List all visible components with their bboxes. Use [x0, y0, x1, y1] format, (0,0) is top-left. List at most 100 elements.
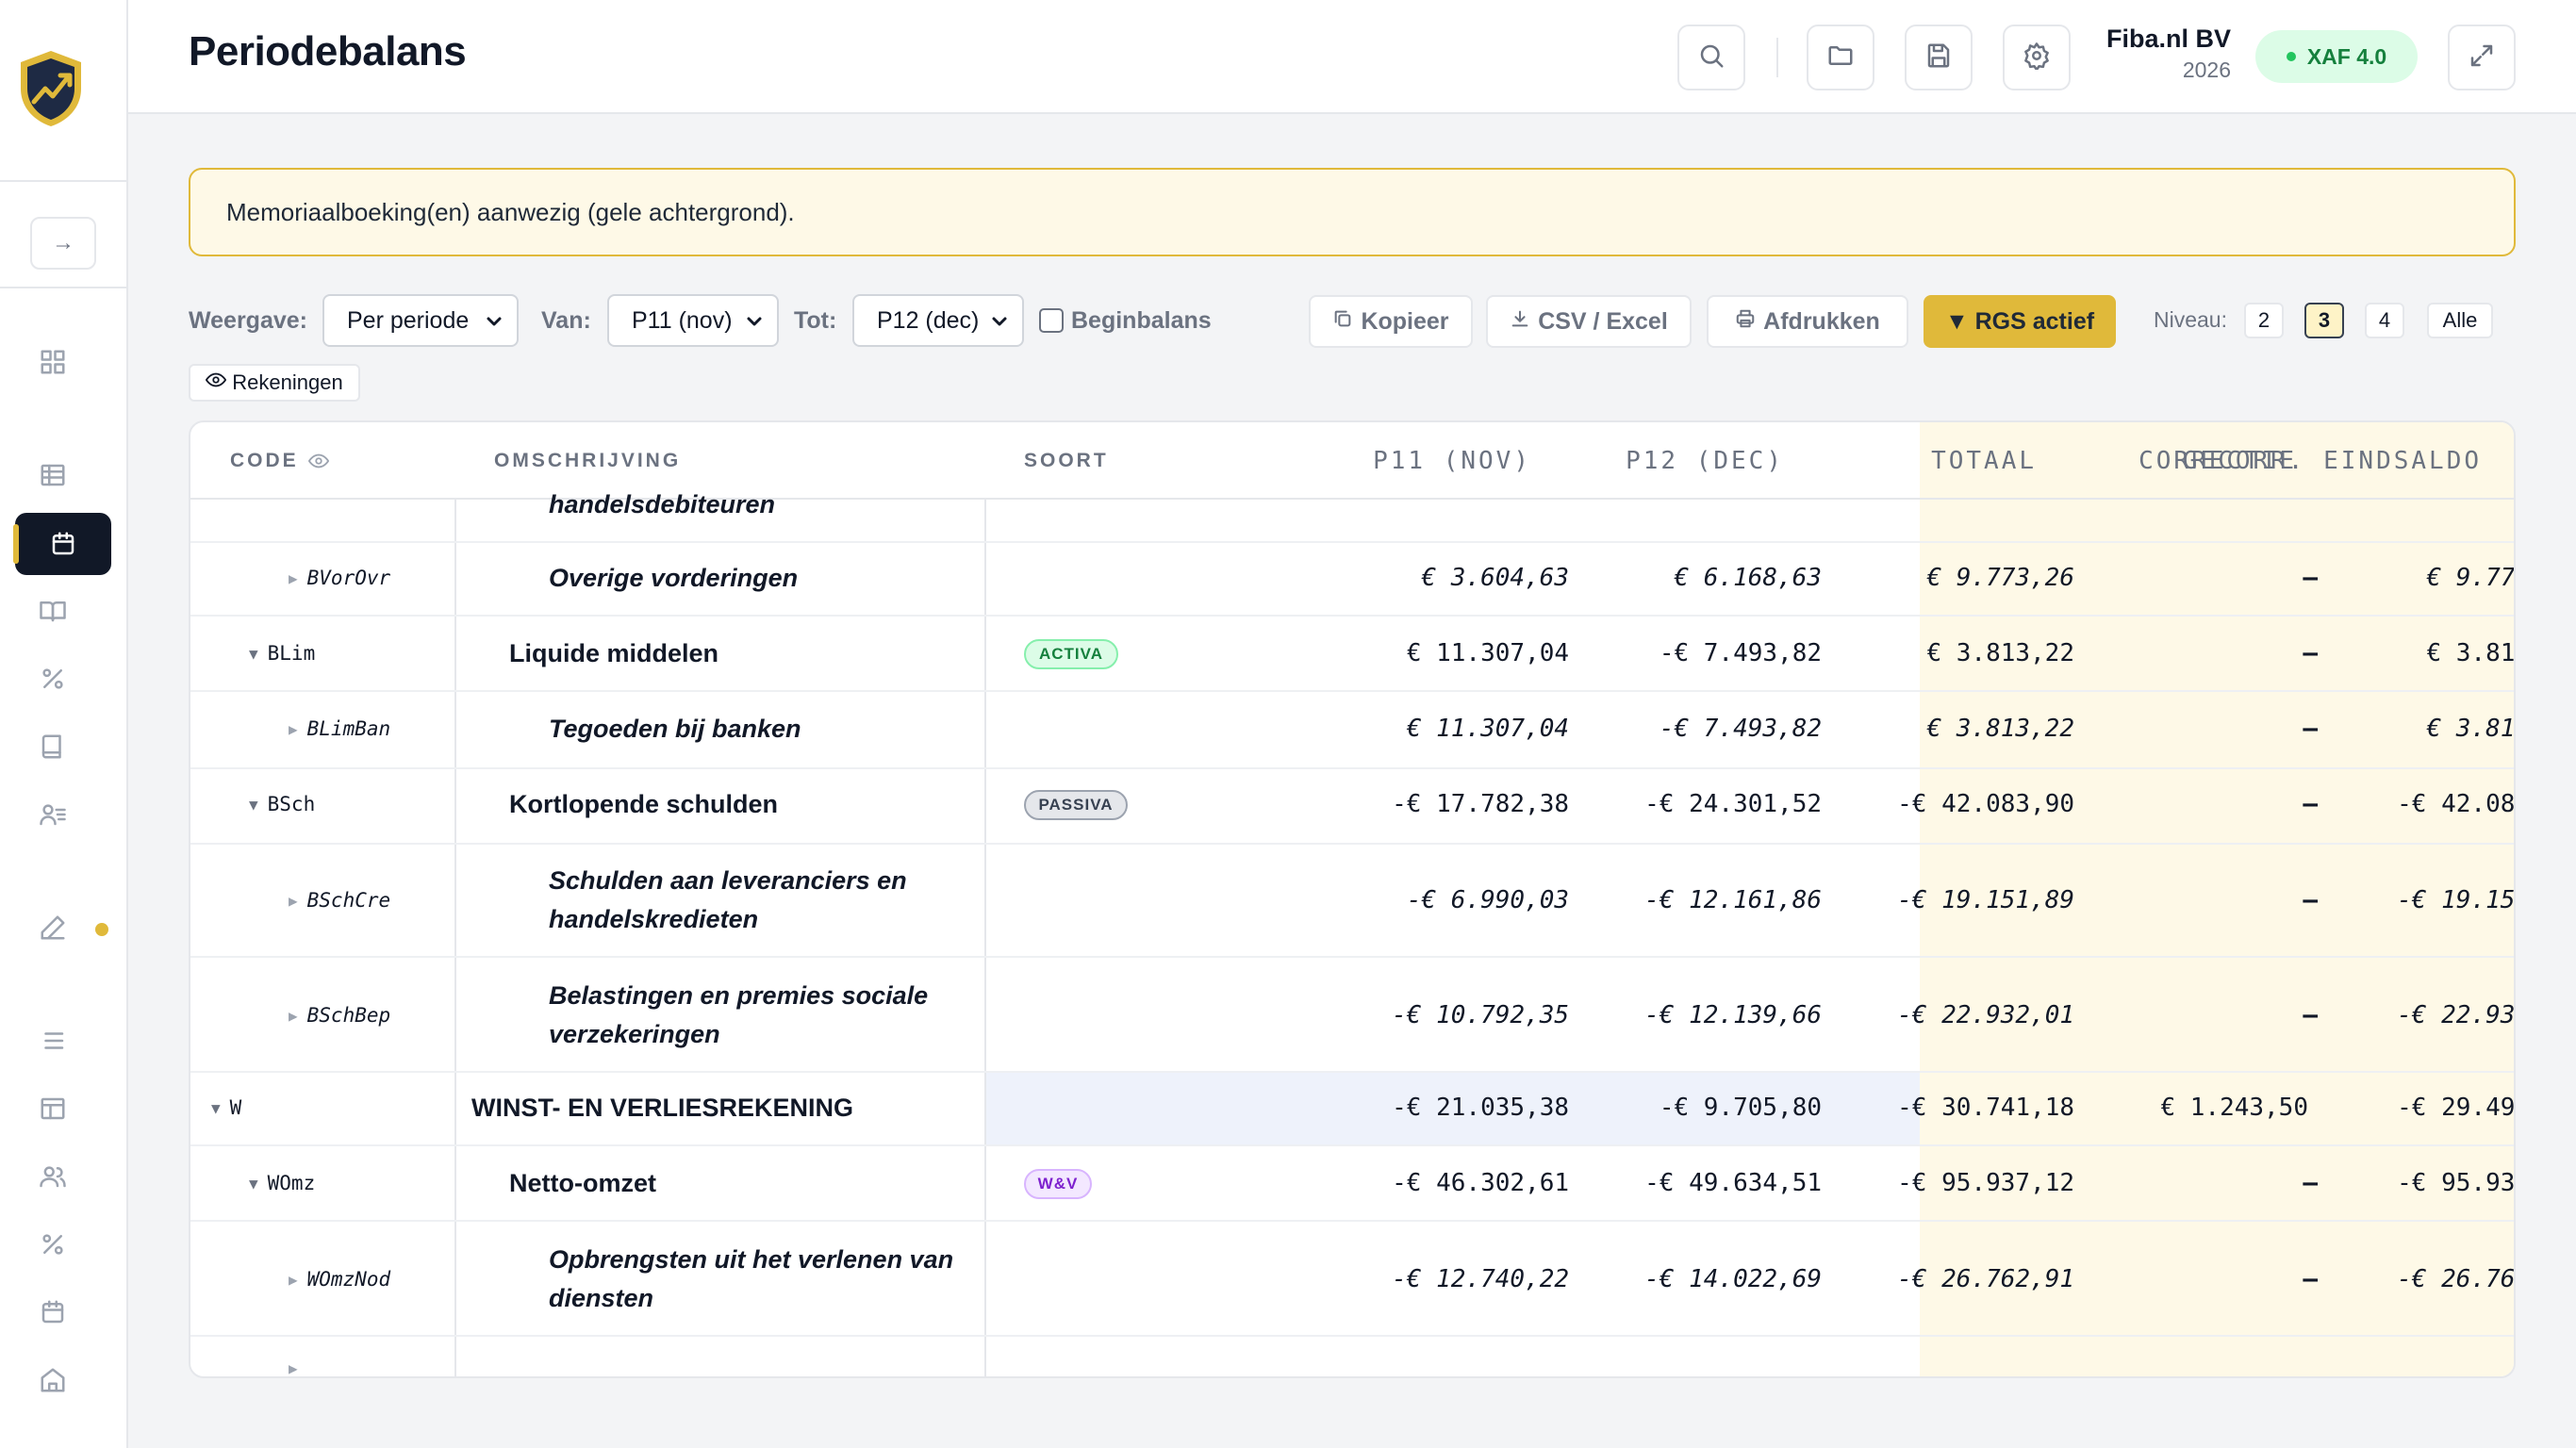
rgs-actief-label: ▼ RGS actief: [1944, 307, 2095, 335]
expand-arrow-icon[interactable]: ▶: [289, 569, 298, 587]
collapse-arrow-icon[interactable]: ▼: [249, 645, 258, 663]
tot-label: Tot:: [794, 307, 837, 334]
settings-button[interactable]: [2003, 25, 2071, 90]
chevron-down-icon: [483, 310, 505, 333]
row-code: ▶ BLimBan: [289, 717, 391, 740]
row-gecorr: -€ 29.497,68: [2397, 1094, 2516, 1122]
row-desc: Belastingen en premies sociale verzekeri…: [549, 958, 964, 1073]
collapse-arrow-icon[interactable]: ▼: [249, 796, 258, 814]
column-divider: [984, 500, 986, 1376]
kopieer-button[interactable]: Kopieer: [1309, 295, 1473, 348]
menu-icon[interactable]: [28, 1016, 77, 1065]
niveau-label: Niveau:: [2154, 307, 2227, 332]
header-code[interactable]: CODE: [230, 422, 329, 500]
open-folder-button[interactable]: [1807, 25, 1874, 90]
van-value: P11 (nov): [632, 306, 733, 334]
row-gecorr: -€ 26.762,91: [2397, 1265, 2516, 1293]
dashboard-icon[interactable]: [28, 337, 77, 387]
ledger-icon[interactable]: [28, 722, 77, 771]
afdrukken-label: Afdrukken: [1763, 307, 1880, 335]
alert-text: Memoriaalboeking(en) aanwezig (gele acht…: [226, 197, 795, 226]
table-icon[interactable]: [28, 451, 77, 500]
afdrukken-button[interactable]: Afdrukken: [1707, 295, 1908, 348]
top-header: Periodebalans Fiba.nl BV 2026 XAF 4.0: [128, 0, 2576, 114]
tot-select[interactable]: P12 (dec): [852, 294, 1024, 347]
row-gecorr: € 9.773,26: [2426, 564, 2516, 592]
status-dot: [2286, 52, 2296, 61]
rgs-actief-button[interactable]: ▼ RGS actief: [1924, 295, 2116, 348]
expand-arrow-icon[interactable]: ▶: [289, 1359, 298, 1376]
header-code-label: CODE: [230, 450, 299, 471]
niveau-alle-button[interactable]: Alle: [2427, 303, 2493, 338]
beginbalans-checkbox[interactable]: [1039, 308, 1064, 333]
page-title: Periodebalans: [189, 28, 467, 74]
printer-icon: [1735, 308, 1756, 336]
soort-badge: ACTIVA: [1024, 639, 1118, 669]
row-code: ▼ BLim: [249, 642, 316, 665]
row-gecorr: -€ 19.151,89: [2397, 886, 2516, 914]
book-icon[interactable]: [28, 586, 77, 635]
row-desc: Overige vorderingen: [549, 563, 799, 592]
tot-value: P12 (dec): [877, 306, 980, 334]
search-button[interactable]: [1677, 25, 1745, 90]
niveau-2-button[interactable]: 2: [2244, 303, 2284, 338]
csv-excel-label: CSV / Excel: [1538, 307, 1668, 335]
download-icon: [1510, 308, 1530, 336]
niveau-4-button[interactable]: 4: [2365, 303, 2404, 338]
chevron-down-icon: [988, 310, 1011, 333]
xaf-version-badge: XAF 4.0: [2255, 30, 2418, 83]
expand-arrow-icon[interactable]: ▶: [289, 1007, 298, 1025]
row-gecorr: € 3.813,22: [2426, 715, 2516, 743]
calendar-icon[interactable]: [28, 1288, 77, 1337]
expand-arrow-icon[interactable]: ▶: [289, 720, 298, 738]
expand-arrow-icon[interactable]: ▶: [289, 892, 298, 910]
weergave-value: Per periode: [347, 306, 470, 334]
percent-icon[interactable]: [28, 654, 77, 703]
weergave-select[interactable]: Per periode: [322, 294, 519, 347]
app-logo[interactable]: [17, 47, 85, 130]
van-select[interactable]: P11 (nov): [607, 294, 779, 347]
expand-sidebar-button[interactable]: →: [30, 217, 96, 270]
niveau-3-button[interactable]: 3: [2304, 303, 2344, 338]
row-desc: Tegoeden bij banken: [549, 714, 801, 743]
save-button[interactable]: [1905, 25, 1973, 90]
eye-icon[interactable]: [307, 451, 329, 471]
row-desc: Schulden aan leveranciers en handelskred…: [549, 843, 964, 958]
user-list-icon[interactable]: [28, 790, 77, 839]
layout-icon[interactable]: [28, 1084, 77, 1133]
company-name: Fiba.nl BV: [2105, 25, 2231, 53]
company-info: Fiba.nl BV 2026: [2103, 25, 2231, 83]
collapse-arrow-icon[interactable]: ▼: [211, 1099, 221, 1117]
csv-excel-button[interactable]: CSV / Excel: [1486, 295, 1692, 348]
rekeningen-toggle[interactable]: Rekeningen: [189, 364, 360, 402]
calendar-icon[interactable]: [13, 513, 111, 575]
building-icon[interactable]: [28, 1356, 77, 1405]
beginbalans-label[interactable]: Beginbalans: [1071, 307, 1212, 335]
van-label: Van:: [541, 307, 591, 334]
partial-row-code: ▶: [289, 1359, 307, 1376]
weergave-label: Weergave:: [189, 307, 307, 334]
gear-icon: [2023, 41, 2051, 74]
row-gecorr: € 3.813,22: [2426, 639, 2516, 667]
fiscal-year: 2026: [2182, 58, 2231, 82]
collapse-arrow-icon[interactable]: ▼: [249, 1175, 258, 1193]
users-icon[interactable]: [28, 1152, 77, 1201]
fullscreen-button[interactable]: [2448, 25, 2516, 90]
kopieer-label: Kopieer: [1361, 307, 1449, 335]
sidebar-divider: [0, 287, 126, 288]
row-divider: [190, 1335, 2514, 1337]
arrow-right-icon: →: [52, 230, 74, 255]
soort-badge: W&V: [1024, 1169, 1092, 1199]
notification-dot: [95, 923, 108, 936]
row-code: ▶ BSchBep: [289, 1004, 391, 1027]
row-code: ▼ W: [211, 1096, 242, 1119]
row-desc-line: Belastingen en premies sociale: [549, 981, 929, 1010]
header-soort[interactable]: SOORT: [1024, 422, 1109, 500]
chevron-down-icon: [743, 310, 766, 333]
xaf-badge-label: XAF 4.0: [2306, 43, 2387, 69]
header-gecorr-eindsaldo[interactable]: GECORR. EINDSALDO: [2171, 422, 2514, 500]
pen-icon[interactable]: [28, 903, 77, 952]
row-desc-line: Schulden aan leveranciers en: [549, 866, 907, 895]
percent-icon[interactable]: [28, 1220, 77, 1269]
expand-arrow-icon[interactable]: ▶: [289, 1271, 298, 1289]
